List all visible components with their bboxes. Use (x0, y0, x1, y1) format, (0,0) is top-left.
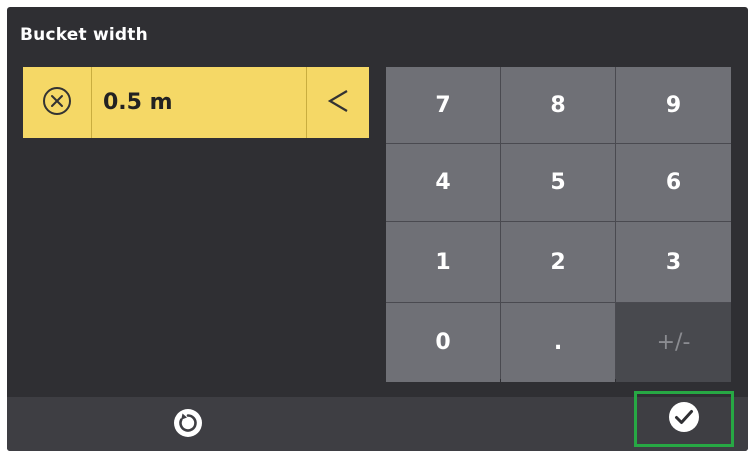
key-6[interactable]: 6 (616, 144, 731, 221)
backspace-button[interactable] (307, 67, 369, 138)
value-input-field[interactable]: 0.5 m (23, 67, 369, 138)
key-3[interactable]: 3 (616, 222, 731, 302)
clear-button[interactable] (23, 67, 91, 138)
key-0[interactable]: 0 (386, 303, 500, 382)
key-4[interactable]: 4 (386, 144, 500, 221)
check-circle-icon (666, 399, 702, 439)
numeric-keypad: 7 8 9 4 5 6 1 2 3 0 . +/- (386, 67, 731, 382)
key-7[interactable]: 7 (386, 67, 500, 143)
key-2[interactable]: 2 (501, 222, 615, 302)
input-value: 0.5 m (103, 90, 173, 115)
key-9[interactable]: 9 (616, 67, 731, 143)
key-1[interactable]: 1 (386, 222, 500, 302)
key-5[interactable]: 5 (501, 144, 615, 221)
key-plus-minus[interactable]: +/- (616, 303, 731, 382)
key-decimal[interactable]: . (501, 303, 615, 382)
bucket-width-dialog: Bucket width 0.5 m 7 8 9 4 5 6 1 2 3 0 .… (7, 7, 748, 451)
bottom-action-bar (7, 391, 748, 451)
key-8[interactable]: 8 (501, 67, 615, 143)
chevron-left-icon (323, 85, 353, 121)
divider (91, 67, 92, 138)
dialog-title: Bucket width (20, 25, 148, 45)
confirm-button[interactable] (634, 391, 734, 447)
circle-x-icon (40, 84, 74, 122)
reset-button[interactable] (168, 405, 208, 445)
reset-icon (172, 407, 204, 443)
